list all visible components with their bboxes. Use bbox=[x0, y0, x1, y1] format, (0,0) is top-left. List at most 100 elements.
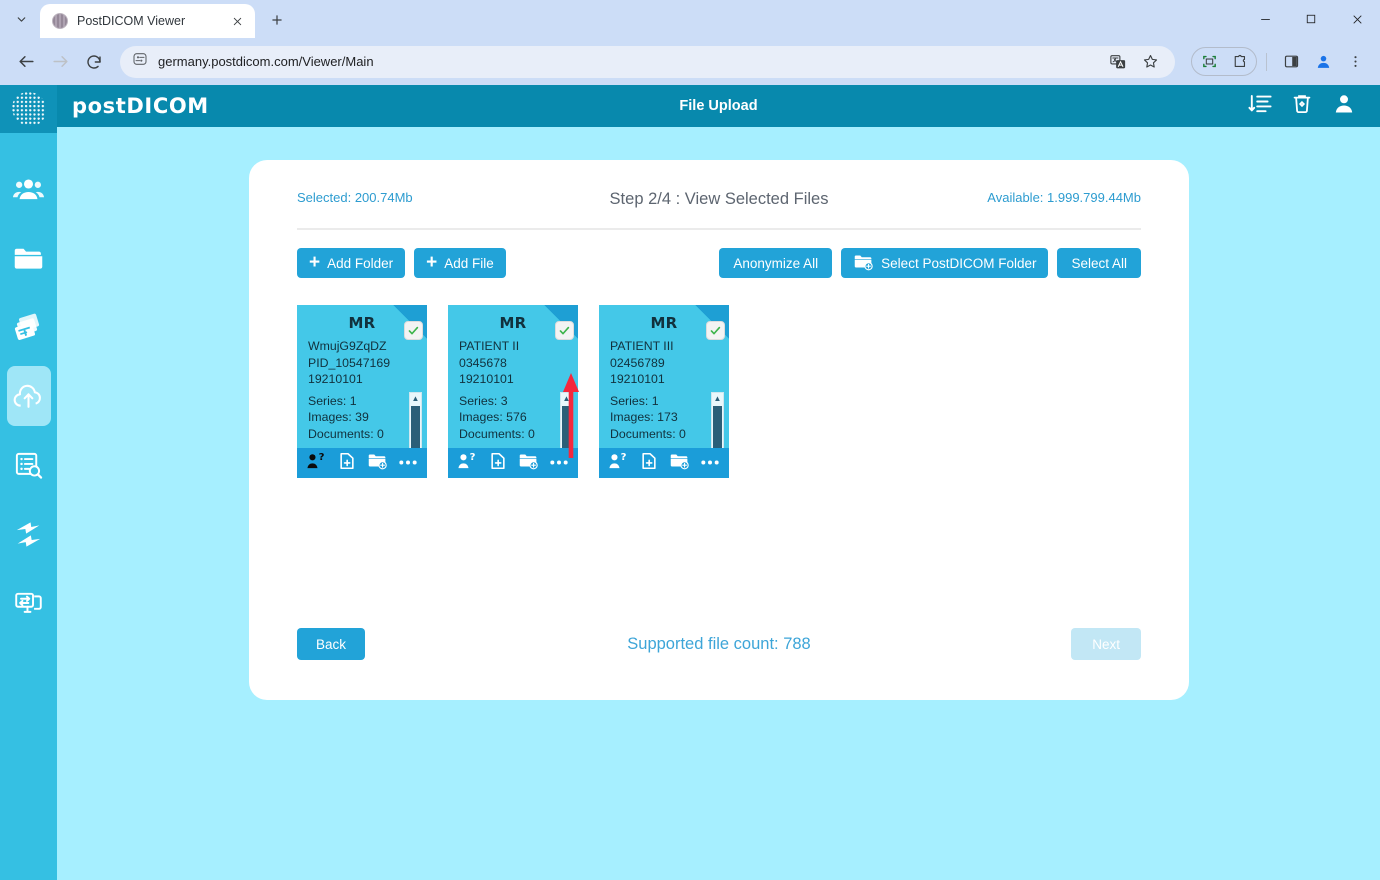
profile-avatar-icon[interactable] bbox=[1308, 47, 1338, 77]
select-all-label: Select All bbox=[1071, 256, 1127, 271]
postdicom-dotted-logo-icon bbox=[0, 85, 57, 133]
sidebar-item-sync[interactable] bbox=[7, 504, 51, 564]
plus-icon: + bbox=[426, 253, 437, 272]
tab-title: PostDICOM Viewer bbox=[77, 14, 227, 28]
series-count: Series: 1 bbox=[610, 393, 721, 410]
series-count: Series: 1 bbox=[308, 393, 419, 410]
add-folder-button[interactable]: + Add Folder bbox=[297, 248, 405, 278]
file-card-scrollbar[interactable]: ▲ ▼ bbox=[711, 392, 724, 448]
back-arrow-icon[interactable] bbox=[10, 46, 42, 78]
scroll-up-arrow-icon[interactable]: ▲ bbox=[563, 393, 571, 405]
application-viewport: postDICOM File Upload bbox=[0, 85, 1380, 880]
add-folder-icon[interactable] bbox=[669, 450, 690, 476]
forward-arrow-icon[interactable] bbox=[44, 46, 76, 78]
header-divider bbox=[297, 228, 1141, 230]
content-area: Selected: 200.74Mb Step 2/4 : View Selec… bbox=[57, 127, 1380, 880]
anonymize-icon[interactable]: ? bbox=[457, 451, 478, 475]
url-text: germany.postdicom.com/Viewer/Main bbox=[158, 54, 1103, 69]
tab-search-chevron-down-icon[interactable] bbox=[6, 4, 36, 34]
study-date: 19210101 bbox=[610, 371, 721, 388]
anonymize-all-label: Anonymize All bbox=[733, 256, 818, 271]
patient-id: 02456789 bbox=[610, 355, 721, 372]
sidebar-item-upload[interactable] bbox=[7, 366, 51, 426]
images-count: Images: 576 bbox=[459, 409, 570, 426]
minimize-icon[interactable] bbox=[1242, 0, 1288, 38]
add-file-icon[interactable] bbox=[639, 451, 659, 476]
wizard-step-label: Step 2/4 : View Selected Files bbox=[297, 190, 1141, 209]
window-close-icon[interactable] bbox=[1334, 0, 1380, 38]
scroll-up-arrow-icon[interactable]: ▲ bbox=[714, 393, 722, 405]
reload-icon[interactable] bbox=[78, 46, 110, 78]
file-card-actions: ? bbox=[297, 448, 427, 478]
file-card[interactable]: MR PATIENT III 02456789 19210101 bbox=[599, 305, 729, 478]
file-card-list: MR WmujG9ZqDZ PID_10547169 19210101 bbox=[297, 305, 1141, 478]
extensions-puzzle-icon[interactable] bbox=[1224, 47, 1254, 77]
file-card-scrollbar[interactable]: ▲ ▼ bbox=[409, 392, 422, 448]
file-card-body: MR WmujG9ZqDZ PID_10547169 19210101 bbox=[297, 305, 427, 448]
select-postdicom-folder-label: Select PostDICOM Folder bbox=[881, 256, 1036, 271]
browser-window: PostDICOM Viewer bbox=[0, 0, 1380, 880]
patient-name: WmujG9ZqDZ bbox=[308, 338, 419, 355]
select-all-button[interactable]: Select All bbox=[1057, 248, 1141, 278]
add-folder-icon[interactable] bbox=[367, 450, 388, 476]
file-card[interactable]: MR WmujG9ZqDZ PID_10547169 19210101 bbox=[297, 305, 427, 478]
add-folder-icon[interactable] bbox=[518, 450, 539, 476]
next-button[interactable]: Next bbox=[1071, 628, 1141, 660]
scroll-up-arrow-icon[interactable]: ▲ bbox=[412, 393, 420, 405]
scrollbar-thumb[interactable] bbox=[713, 406, 722, 448]
documents-count: Documents: 0 bbox=[459, 426, 570, 443]
study-date: 19210101 bbox=[459, 371, 570, 388]
svg-text:?: ? bbox=[621, 452, 627, 463]
images-count: Images: 173 bbox=[610, 409, 721, 426]
screen-capture-icon[interactable] bbox=[1194, 47, 1224, 77]
add-file-icon[interactable] bbox=[488, 451, 508, 476]
sidebar-item-folders[interactable] bbox=[7, 228, 51, 288]
browser-tab[interactable]: PostDICOM Viewer bbox=[40, 4, 255, 38]
side-panel-icon[interactable] bbox=[1276, 47, 1306, 77]
site-settings-icon[interactable] bbox=[132, 51, 148, 72]
sidebar-item-studies[interactable] bbox=[7, 297, 51, 357]
sort-list-icon[interactable] bbox=[1248, 92, 1272, 121]
add-file-icon[interactable] bbox=[337, 451, 357, 476]
patient-name: PATIENT III bbox=[610, 338, 721, 355]
file-card[interactable]: MR PATIENT II 0345678 19210101 bbox=[448, 305, 578, 478]
back-button[interactable]: Back bbox=[297, 628, 365, 660]
star-icon[interactable] bbox=[1135, 47, 1165, 77]
trash-icon[interactable] bbox=[1290, 92, 1314, 121]
anonymize-all-button[interactable]: Anonymize All bbox=[719, 248, 832, 278]
anonymize-icon[interactable]: ? bbox=[306, 451, 327, 475]
toolbar-divider bbox=[1266, 53, 1267, 71]
sidebar-items bbox=[0, 133, 57, 642]
window-controls bbox=[1242, 0, 1380, 38]
patient-id: PID_10547169 bbox=[308, 355, 419, 372]
file-card-body: MR PATIENT III 02456789 19210101 bbox=[599, 305, 729, 448]
tab-close-icon[interactable] bbox=[227, 11, 247, 31]
add-file-button[interactable]: + Add File bbox=[414, 248, 506, 278]
page-title: File Upload bbox=[57, 98, 1380, 114]
more-options-icon[interactable] bbox=[398, 454, 418, 472]
translate-icon[interactable] bbox=[1103, 47, 1133, 77]
folder-add-icon bbox=[853, 251, 874, 275]
kebab-menu-icon[interactable] bbox=[1340, 47, 1370, 77]
svg-text:?: ? bbox=[470, 452, 476, 463]
user-account-icon[interactable] bbox=[1332, 92, 1356, 121]
sidebar-item-share[interactable] bbox=[7, 573, 51, 633]
scrollbar-thumb[interactable] bbox=[411, 406, 420, 448]
add-file-label: Add File bbox=[444, 256, 494, 271]
new-tab-plus-icon[interactable] bbox=[263, 6, 291, 34]
file-card-body: MR PATIENT II 0345678 19210101 bbox=[448, 305, 578, 448]
select-postdicom-folder-button[interactable]: Select PostDICOM Folder bbox=[841, 248, 1048, 278]
sidebar bbox=[0, 85, 57, 880]
maximize-icon[interactable] bbox=[1288, 0, 1334, 38]
series-count: Series: 3 bbox=[459, 393, 570, 410]
app-header: postDICOM File Upload bbox=[57, 85, 1380, 127]
sidebar-item-worklist[interactable] bbox=[7, 435, 51, 495]
anonymize-icon[interactable]: ? bbox=[608, 451, 629, 475]
file-card-details: WmujG9ZqDZ PID_10547169 19210101 Series:… bbox=[297, 338, 427, 448]
browser-action-pill bbox=[1191, 47, 1257, 76]
documents-count: Documents: 0 bbox=[308, 426, 419, 443]
app-header-actions bbox=[1248, 92, 1380, 121]
sidebar-item-patients[interactable] bbox=[7, 159, 51, 219]
address-bar[interactable]: germany.postdicom.com/Viewer/Main bbox=[120, 46, 1175, 78]
more-options-icon[interactable] bbox=[700, 454, 720, 472]
